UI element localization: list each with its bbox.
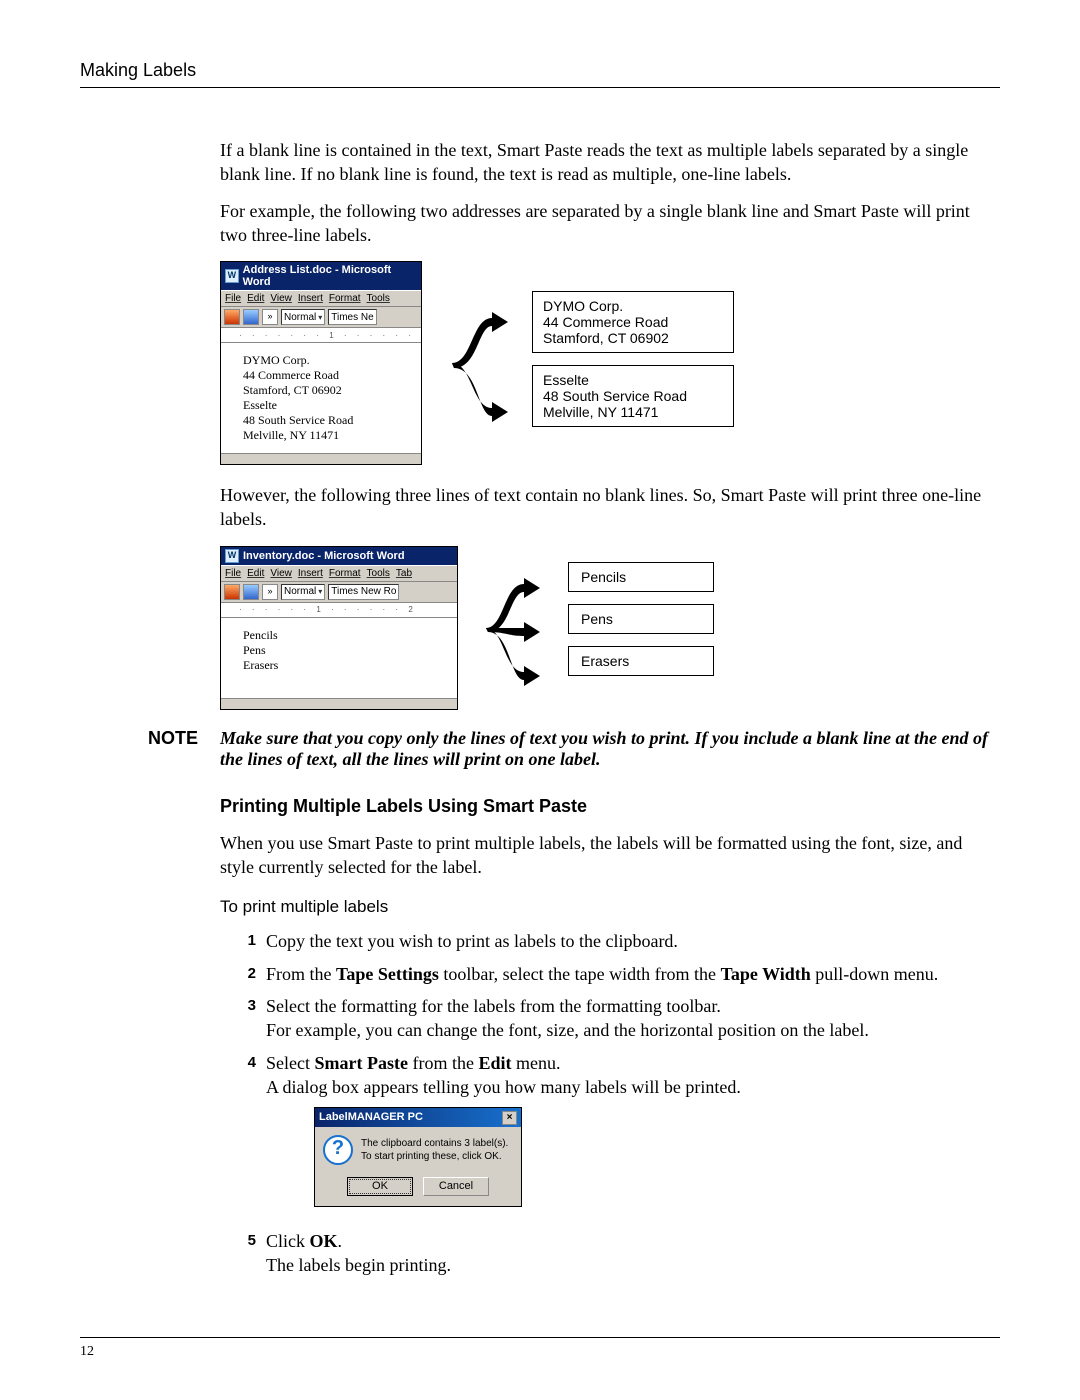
font-combo-1[interactable]: Times Ne — [328, 309, 376, 325]
menu-insert[interactable]: Insert — [298, 293, 323, 304]
word-menubar-1: File Edit View Insert Format Tools — [221, 290, 421, 307]
cancel-button[interactable]: Cancel — [423, 1177, 489, 1196]
toolbar-icon-2[interactable] — [243, 309, 259, 325]
menu-tools[interactable]: Tools — [367, 293, 390, 304]
dialog-labelmanager: LabelMANAGER PC × ? The clipboard contai… — [314, 1107, 522, 1207]
doc-area-1: DYMO Corp. 44 Commerce Road Stamford, CT… — [221, 343, 421, 453]
chevron-down-icon: ▾ — [318, 587, 322, 596]
label-box-address1: DYMO Corp. 44 Commerce Road Stamford, CT… — [532, 291, 734, 353]
arrow-split-icon — [442, 278, 512, 448]
step-3: 3 Select the formatting for the labels f… — [238, 994, 1000, 1043]
step-1: 1 Copy the text you wish to print as lab… — [238, 929, 1000, 953]
menu-view[interactable]: View — [270, 568, 292, 579]
ok-button[interactable]: OK — [347, 1177, 413, 1196]
toolbar-overflow-icon[interactable]: » — [262, 584, 278, 600]
note-block: NOTE Make sure that you copy only the li… — [220, 728, 1000, 770]
font-combo-2[interactable]: Times New Ro — [328, 584, 399, 600]
scrollbar-1[interactable] — [221, 453, 421, 464]
step-2: 2 From the Tape Settings toolbar, select… — [238, 962, 1000, 986]
word-window-1: W Address List.doc - Microsoft Word File… — [220, 261, 422, 465]
page-header: Making Labels — [80, 60, 1000, 88]
menu-table[interactable]: Tab — [396, 568, 412, 579]
word-titlebar-1: W Address List.doc - Microsoft Word — [221, 262, 421, 290]
dialog-message: The clipboard contains 3 label(s). To st… — [361, 1137, 508, 1164]
page-footer: 12 — [80, 1337, 1000, 1360]
ruler-1: · · · · · · · 1 · · · · · · — [221, 328, 421, 343]
style-combo-1[interactable]: Normal▾ — [281, 309, 325, 325]
word-toolbar-1: » Normal▾ Times Ne — [221, 307, 421, 328]
word-toolbar-2: » Normal▾ Times New Ro — [221, 582, 457, 603]
menu-edit[interactable]: Edit — [247, 568, 264, 579]
note-label: NOTE — [148, 728, 208, 770]
menu-tools[interactable]: Tools — [367, 568, 390, 579]
menu-edit[interactable]: Edit — [247, 293, 264, 304]
doc-area-2: Pencils Pens Erasers — [221, 618, 457, 698]
word-icon: W — [225, 549, 239, 563]
menu-insert[interactable]: Insert — [298, 568, 323, 579]
word-icon: W — [225, 269, 239, 283]
section-heading: Printing Multiple Labels Using Smart Pas… — [220, 796, 1000, 817]
scrollbar-2[interactable] — [221, 698, 457, 709]
dialog-titlebar: LabelMANAGER PC × — [315, 1108, 521, 1127]
menu-view[interactable]: View — [270, 293, 292, 304]
step-4: 4 Select Smart Paste from the Edit menu.… — [238, 1051, 1000, 1221]
label-box-pencils: Pencils — [568, 562, 714, 592]
label-box-erasers: Erasers — [568, 646, 714, 676]
menu-format[interactable]: Format — [329, 568, 361, 579]
page-number: 12 — [80, 1344, 94, 1359]
figure-address-list: W Address List.doc - Microsoft Word File… — [220, 261, 1000, 465]
word-menubar-2: File Edit View Insert Format Tools Tab — [221, 565, 457, 582]
paragraph-section-intro: When you use Smart Paste to print multip… — [220, 831, 1000, 880]
paragraph-example2: However, the following three lines of te… — [220, 483, 1000, 532]
question-icon: ? — [323, 1135, 353, 1165]
labels-col-2: Pencils Pens Erasers — [568, 562, 714, 676]
word-window-2: W Inventory.doc - Microsoft Word File Edi… — [220, 546, 458, 710]
toolbar-icon-1[interactable] — [224, 309, 240, 325]
close-icon[interactable]: × — [502, 1111, 517, 1125]
arrow-split-icon — [478, 558, 548, 698]
menu-format[interactable]: Format — [329, 293, 361, 304]
labels-col-1: DYMO Corp. 44 Commerce Road Stamford, CT… — [532, 291, 734, 427]
toolbar-icon-2[interactable] — [243, 584, 259, 600]
label-box-pens: Pens — [568, 604, 714, 634]
word-title-1: Address List.doc - Microsoft Word — [243, 264, 417, 288]
label-box-address2: Esselte 48 South Service Road Melville, … — [532, 365, 734, 427]
note-text: Make sure that you copy only the lines o… — [220, 728, 1000, 770]
paragraph-intro: If a blank line is contained in the text… — [220, 138, 1000, 187]
menu-file[interactable]: File — [225, 568, 241, 579]
task-heading: To print multiple labels — [220, 897, 1000, 917]
steps-list: 1 Copy the text you wish to print as lab… — [238, 929, 1000, 1277]
word-title-2: Inventory.doc - Microsoft Word — [243, 550, 405, 562]
figure-inventory: W Inventory.doc - Microsoft Word File Edi… — [220, 546, 1000, 710]
dialog-title: LabelMANAGER PC — [319, 1110, 423, 1125]
toolbar-icon-1[interactable] — [224, 584, 240, 600]
style-combo-2[interactable]: Normal▾ — [281, 584, 325, 600]
paragraph-example1: For example, the following two addresses… — [220, 199, 1000, 248]
chevron-down-icon: ▾ — [318, 313, 322, 322]
step-5: 5 Click OK.The labels begin printing. — [238, 1229, 1000, 1278]
menu-file[interactable]: File — [225, 293, 241, 304]
word-titlebar-2: W Inventory.doc - Microsoft Word — [221, 547, 457, 565]
toolbar-overflow-icon[interactable]: » — [262, 309, 278, 325]
ruler-2: · · · · · · 1 · · · · · · 2 — [221, 603, 457, 618]
